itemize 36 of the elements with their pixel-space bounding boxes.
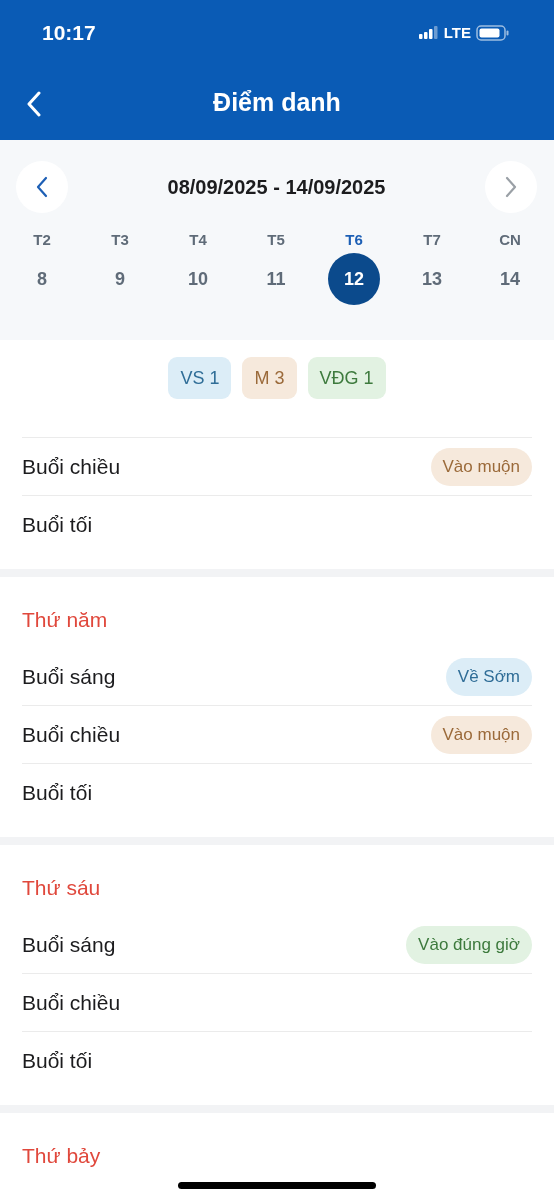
day-button[interactable]: T5 11 <box>237 227 315 305</box>
status-time: 10:17 <box>42 20 96 45</box>
battery-icon <box>476 24 510 41</box>
status-tag: Về Sớm <box>445 657 532 696</box>
status-tag: Vào muộn <box>430 715 532 754</box>
next-week-button[interactable] <box>485 161 537 213</box>
previous-week-button[interactable] <box>16 161 68 213</box>
page-title: Điểm danh <box>213 88 341 117</box>
session-label: Buổi sáng <box>22 932 116 957</box>
day-heading: Thứ sáu <box>22 876 101 901</box>
day-button[interactable]: T4 10 <box>159 227 237 305</box>
summary-badge: VĐG 1 <box>307 356 386 399</box>
session-label: Buổi sáng <box>22 664 116 689</box>
session-label: Buổi chiều <box>22 722 121 747</box>
signal-icon <box>418 26 439 39</box>
summary-badge: VS 1 <box>168 356 232 399</box>
session-label: Buổi tối <box>22 512 93 537</box>
status-tag: Vào đúng giờ <box>406 925 532 964</box>
day-button[interactable]: T6 12 <box>315 227 393 305</box>
summary-badge: M 3 <box>242 356 297 399</box>
session-label: Buổi tối <box>22 780 93 805</box>
session-label: Buổi chiều <box>22 454 121 479</box>
network-label: LTE <box>443 24 471 41</box>
day-button[interactable]: CN 14 <box>471 227 549 305</box>
status-tag: Vào muộn <box>430 447 532 486</box>
week-range: 08/09/2025 - 14/09/2025 <box>167 175 386 199</box>
day-button[interactable]: T7 13 <box>393 227 471 305</box>
session-label: Buổi tối <box>22 1048 93 1073</box>
day-button[interactable]: T2 8 <box>3 227 81 305</box>
session-label: Buổi chiều <box>22 990 121 1015</box>
chevron-left-icon <box>35 176 49 198</box>
chevron-right-icon <box>504 176 518 198</box>
chevron-left-icon <box>26 91 42 117</box>
day-button[interactable]: T3 9 <box>81 227 159 305</box>
day-heading: Thứ năm <box>22 608 108 633</box>
day-heading: Thứ bảy <box>22 1144 101 1169</box>
